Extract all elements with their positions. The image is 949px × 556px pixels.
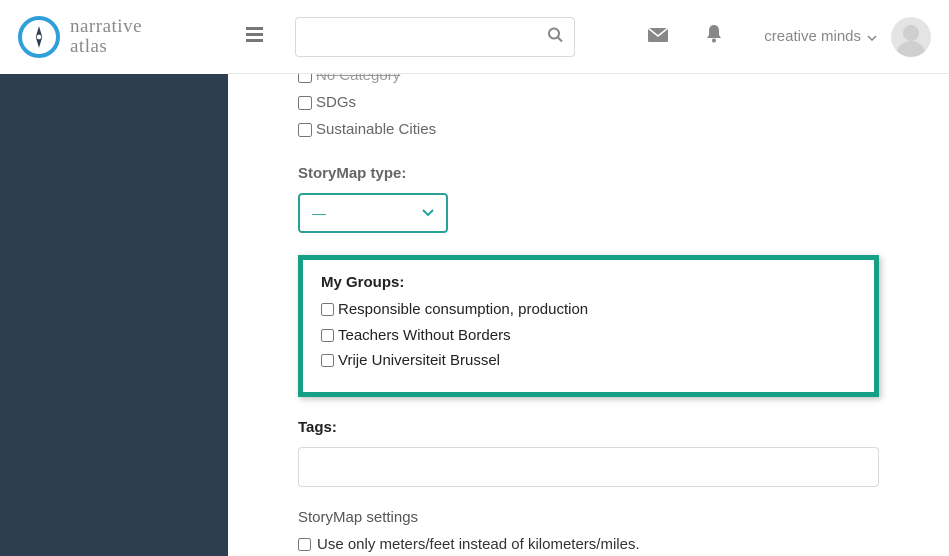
avatar xyxy=(891,17,931,57)
category-option[interactable]: Sustainable Cities xyxy=(298,116,879,143)
checkbox[interactable] xyxy=(321,303,334,316)
mail-icon[interactable] xyxy=(640,26,676,47)
storymap-settings-section: StoryMap settings Use only meters/feet i… xyxy=(298,509,879,556)
storymap-type-section: StoryMap type: — xyxy=(298,165,879,233)
storymap-type-select[interactable]: — xyxy=(298,193,448,233)
tags-section: Tags: xyxy=(298,419,879,487)
tags-label: Tags: xyxy=(298,419,337,436)
tags-input[interactable] xyxy=(298,447,879,487)
user-menu[interactable]: creative minds xyxy=(764,17,931,57)
menu-toggle-icon[interactable] xyxy=(236,22,273,51)
sidebar: narrative atlas xyxy=(0,0,228,556)
checkbox[interactable] xyxy=(321,329,334,342)
select-value: — xyxy=(312,205,326,221)
chevron-down-icon xyxy=(867,30,877,44)
compass-icon xyxy=(18,16,60,58)
checkbox[interactable] xyxy=(298,123,312,137)
checkbox[interactable] xyxy=(321,354,334,367)
brand-text: narrative atlas xyxy=(70,17,142,57)
form-content: No Category SDGs Sustainable Cities Stor… xyxy=(228,74,949,556)
group-option[interactable]: Teachers Without Borders xyxy=(321,323,856,349)
checkbox[interactable] xyxy=(298,96,312,110)
settings-option[interactable]: Use only meters/feet instead of kilomete… xyxy=(298,532,879,556)
group-option[interactable]: Vrije Universiteit Brussel xyxy=(321,348,856,374)
category-option[interactable]: SDGs xyxy=(298,89,879,116)
search-input[interactable] xyxy=(295,17,575,57)
username: creative minds xyxy=(764,28,861,45)
search-field xyxy=(295,17,575,57)
my-groups-section: My Groups: Responsible consumption, prod… xyxy=(298,255,879,397)
bell-icon[interactable] xyxy=(698,25,730,48)
chevron-down-icon xyxy=(422,206,434,220)
brand-logo[interactable]: narrative atlas xyxy=(0,0,228,74)
group-option[interactable]: Responsible consumption, production xyxy=(321,297,856,323)
checkbox[interactable] xyxy=(298,538,311,551)
settings-heading: StoryMap settings xyxy=(298,509,879,526)
topbar: creative minds xyxy=(228,0,949,74)
category-checkbox-group: No Category SDGs Sustainable Cities xyxy=(298,74,879,143)
my-groups-label: My Groups: xyxy=(321,274,856,291)
storymap-type-label: StoryMap type: xyxy=(298,165,406,182)
search-icon[interactable] xyxy=(547,26,563,47)
category-option[interactable]: No Category xyxy=(298,74,879,89)
checkbox[interactable] xyxy=(298,74,312,83)
